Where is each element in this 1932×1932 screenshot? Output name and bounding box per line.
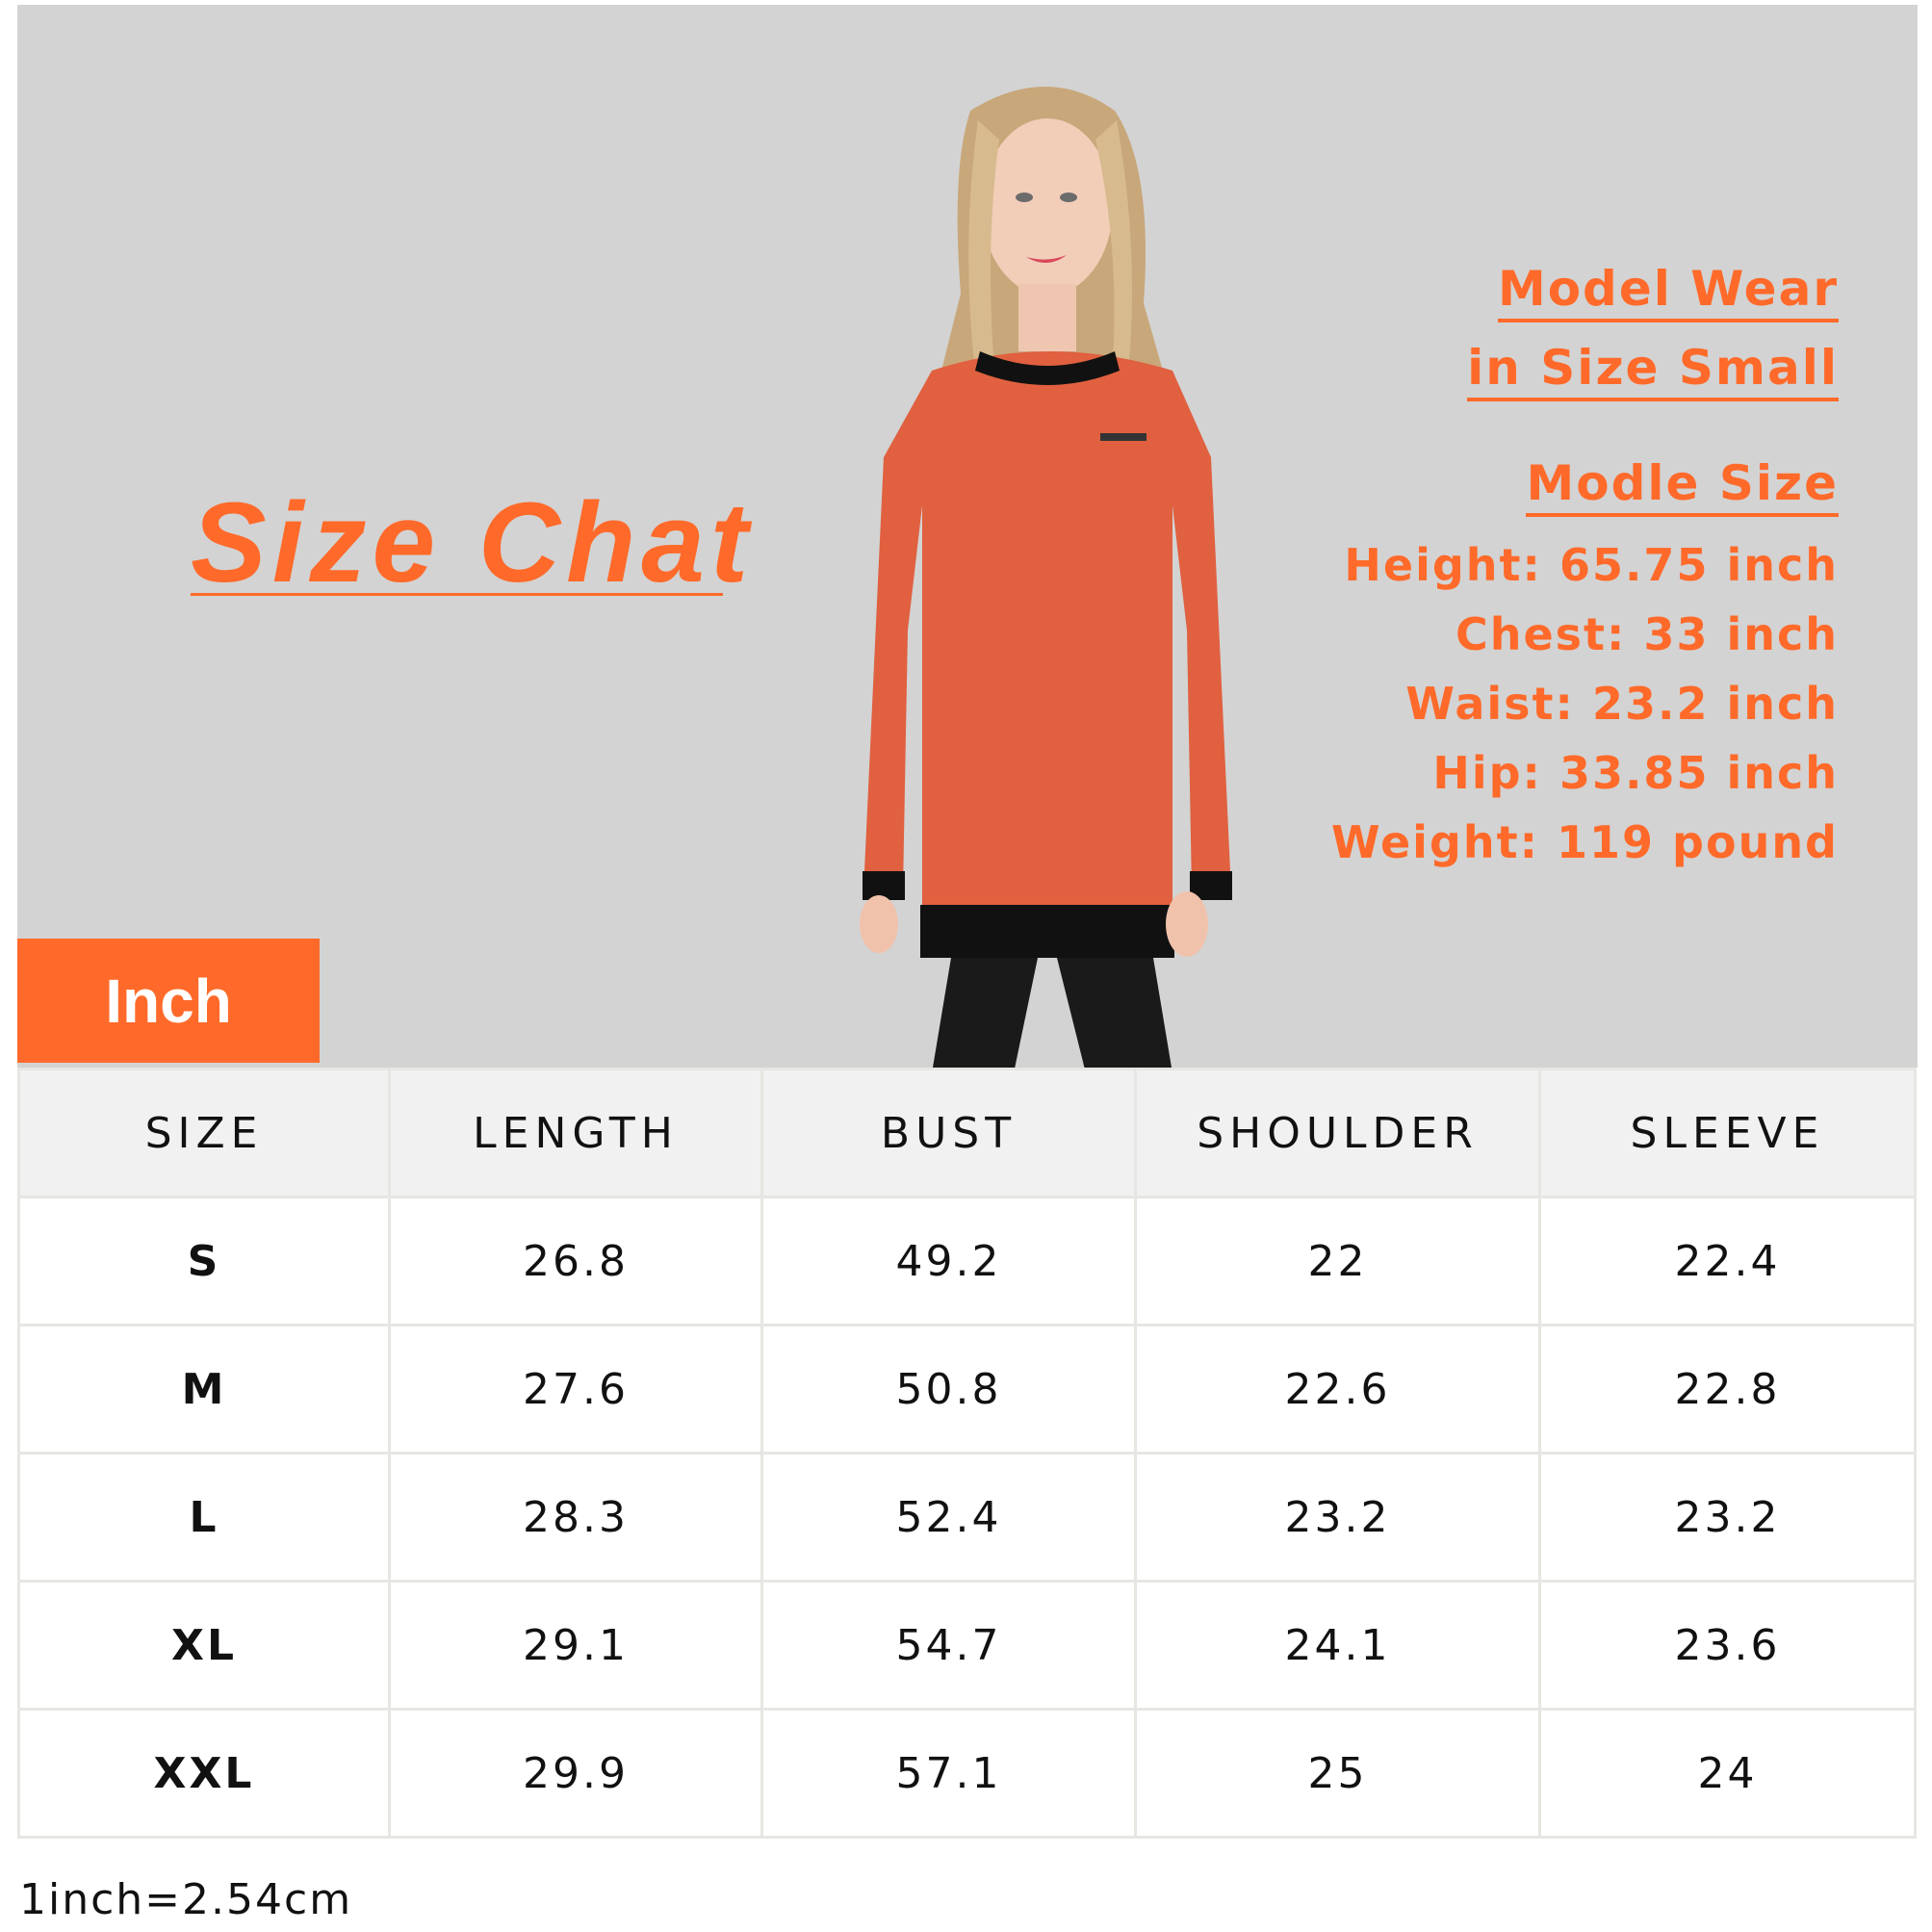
title-underline: [191, 593, 723, 596]
cell-bust: 57.1: [760, 1708, 1137, 1839]
cell-bust: 50.8: [760, 1324, 1137, 1455]
table-row: S 26.8 49.2 22 22.4: [17, 1196, 1917, 1327]
cell-length: 28.3: [388, 1452, 763, 1583]
cell-length: 29.1: [388, 1580, 763, 1711]
model-info: Model Wear in Size Small Modle Size Heig…: [1331, 265, 1839, 877]
cell-length: 26.8: [388, 1196, 763, 1327]
cell-size: XL: [17, 1580, 391, 1711]
cell-sleeve: 23.6: [1538, 1580, 1917, 1711]
sweater: [864, 351, 1230, 919]
sweater-logo: [1100, 433, 1146, 441]
cell-shoulder: 23.2: [1134, 1452, 1541, 1583]
model-wear-line1: Model Wear: [1497, 265, 1839, 322]
size-table: SIZE LENGTH BUST SHOULDER SLEEVE S 26.8 …: [17, 1068, 1917, 1839]
cell-sleeve: 22.8: [1538, 1324, 1917, 1455]
cell-bust: 49.2: [760, 1196, 1137, 1327]
cell-size: L: [17, 1452, 391, 1583]
cell-sleeve: 23.2: [1538, 1452, 1917, 1583]
model-height: Height: 65.75 inch: [1344, 539, 1839, 591]
model-wear-line2: in Size Small: [1467, 344, 1839, 401]
header-bust: BUST: [760, 1068, 1137, 1198]
cell-length: 29.9: [388, 1708, 763, 1839]
leggings: [933, 958, 1038, 1068]
cell-sleeve: 24: [1538, 1708, 1917, 1839]
table-row: L 28.3 52.4 23.2 23.2: [17, 1452, 1917, 1583]
cell-sleeve: 22.4: [1538, 1196, 1917, 1327]
table-row: XL 29.1 54.7 24.1 23.6: [17, 1580, 1917, 1711]
header-sleeve: SLEEVE: [1538, 1068, 1917, 1198]
model-size-heading: Modle Size: [1526, 459, 1839, 517]
cell-size: S: [17, 1196, 391, 1327]
header-length: LENGTH: [388, 1068, 763, 1198]
table-row: XXL 29.9 57.1 25 24: [17, 1708, 1917, 1839]
cell-size: M: [17, 1324, 391, 1455]
face: [982, 118, 1113, 296]
model-chest: Chest: 33 inch: [1455, 608, 1839, 660]
unit-tab-inch: Inch: [17, 939, 320, 1063]
cell-shoulder: 22: [1134, 1196, 1541, 1327]
conversion-footnote: 1inch=2.54cm: [19, 1875, 353, 1924]
cell-bust: 54.7: [760, 1580, 1137, 1711]
cell-shoulder: 25: [1134, 1708, 1541, 1839]
cell-shoulder: 24.1: [1134, 1580, 1541, 1711]
cell-bust: 52.4: [760, 1452, 1137, 1583]
cell-size: XXL: [17, 1708, 391, 1839]
table-header-row: SIZE LENGTH BUST SHOULDER SLEEVE: [17, 1068, 1917, 1198]
size-chart-title: Size Chat: [191, 479, 755, 606]
model-weight: Weight: 119 pound: [1330, 816, 1839, 868]
model-waist: Waist: 23.2 inch: [1405, 678, 1839, 730]
table-row: M 27.6 50.8 22.6 22.8: [17, 1324, 1917, 1455]
header-shoulder: SHOULDER: [1134, 1068, 1541, 1198]
hero-banner: Size Chat Model Wear in Size Small Modle…: [17, 5, 1918, 1068]
header-size: SIZE: [17, 1068, 391, 1198]
cell-shoulder: 22.6: [1134, 1324, 1541, 1455]
model-photo: [860, 87, 1232, 1068]
cell-length: 27.6: [388, 1324, 763, 1455]
black-hem: [920, 905, 1174, 958]
model-hip: Hip: 33.85 inch: [1432, 747, 1839, 799]
